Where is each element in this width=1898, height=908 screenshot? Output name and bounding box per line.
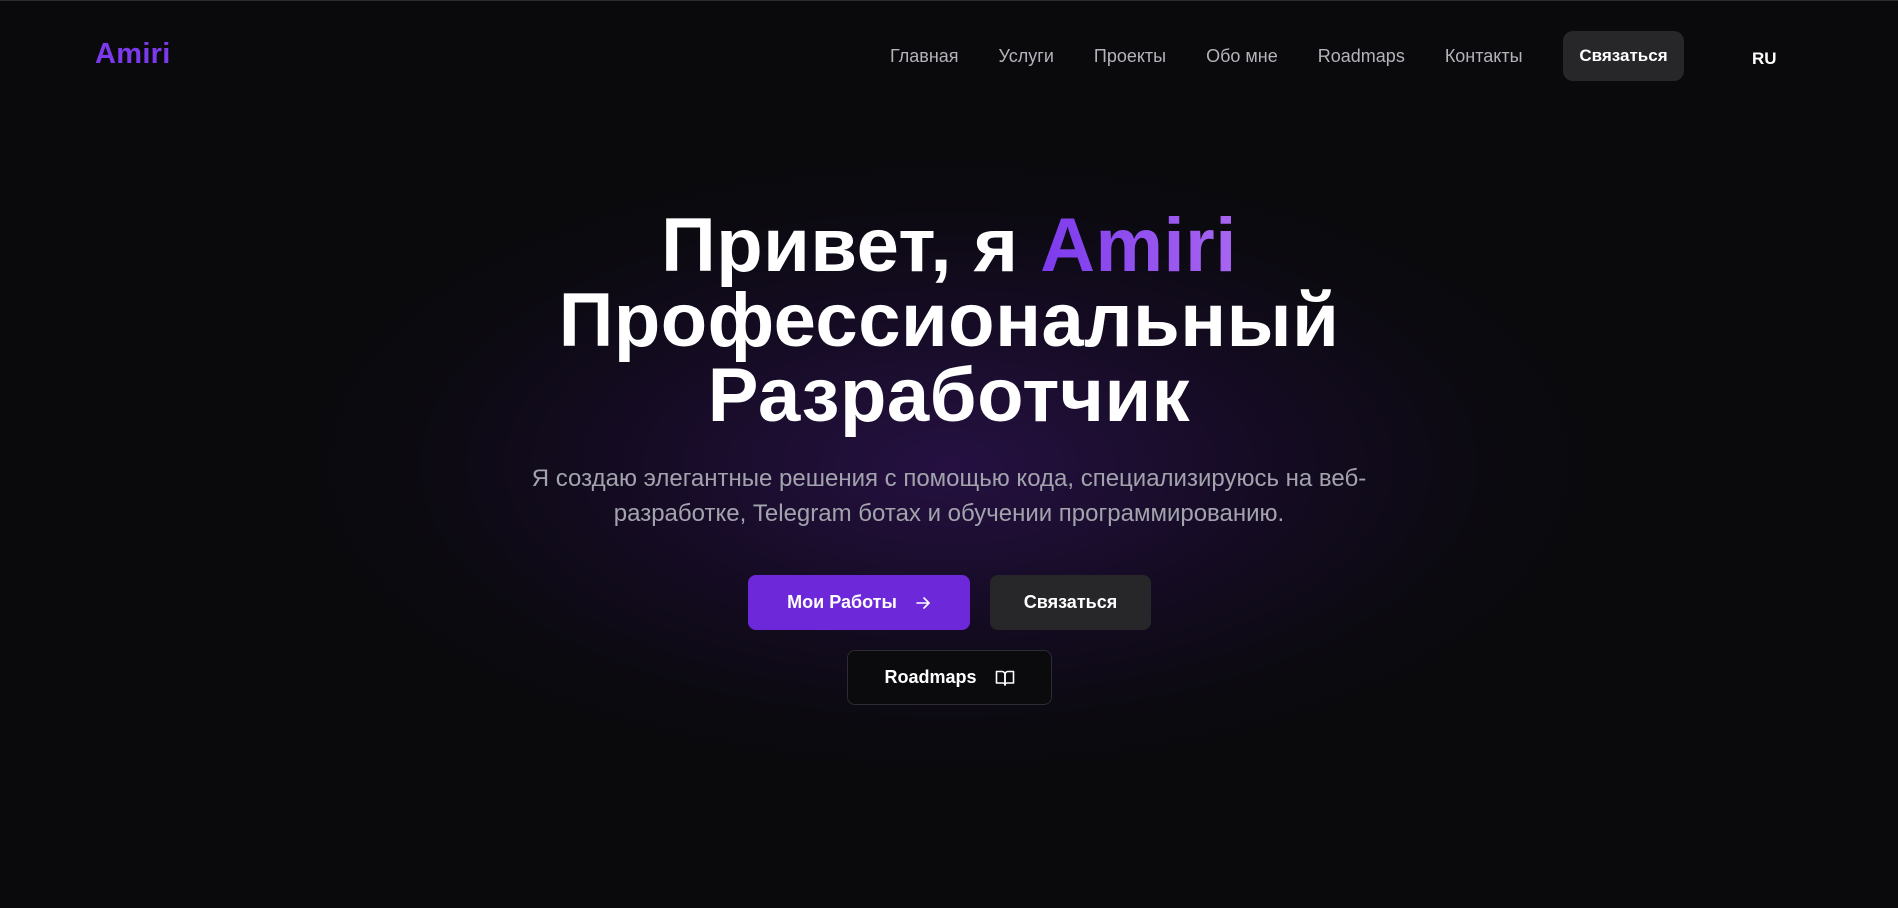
hero-section: Привет, я Amiri Профессиональный Разрабо… [0,208,1898,531]
roadmaps-button[interactable]: Roadmaps [847,650,1052,705]
hero-greeting: Привет, я [661,203,1041,288]
hero-title-line2: Профессиональный [558,278,1340,363]
hero-title-line3: Разработчик [707,353,1191,438]
site-header: Amiri Главная Услуги Проекты Обо мне Roa… [0,0,1898,114]
page: Amiri Главная Услуги Проекты Обо мне Roa… [0,0,1898,908]
arrow-right-icon [915,595,931,611]
main-nav: Главная Услуги Проекты Обо мне Roadmaps … [890,46,1523,67]
hero-title: Привет, я Amiri Профессиональный Разрабо… [0,208,1898,434]
hero-name: Amiri [1040,203,1237,288]
nav-item-projects[interactable]: Проекты [1094,46,1166,67]
my-works-button-label: Мои Работы [787,592,897,612]
logo[interactable]: Amiri [95,38,171,71]
roadmaps-button-label: Roadmaps [884,667,977,687]
nav-item-roadmaps[interactable]: Roadmaps [1318,46,1405,67]
hero-button-row: Мои Работы Связаться [748,575,1151,630]
nav-item-contacts[interactable]: Контакты [1445,46,1523,67]
header-contact-button[interactable]: Связаться [1563,31,1684,81]
hero-subtitle: Я создаю элегантные решения с помощью ко… [531,465,1367,527]
nav-item-services[interactable]: Услуги [999,46,1054,67]
language-switcher[interactable]: RU [1752,49,1777,69]
contact-button[interactable]: Связаться [990,575,1151,630]
nav-item-home[interactable]: Главная [890,46,959,67]
my-works-button[interactable]: Мои Работы [748,575,970,630]
nav-item-about[interactable]: Обо мне [1206,46,1278,67]
book-open-icon [995,669,1015,687]
